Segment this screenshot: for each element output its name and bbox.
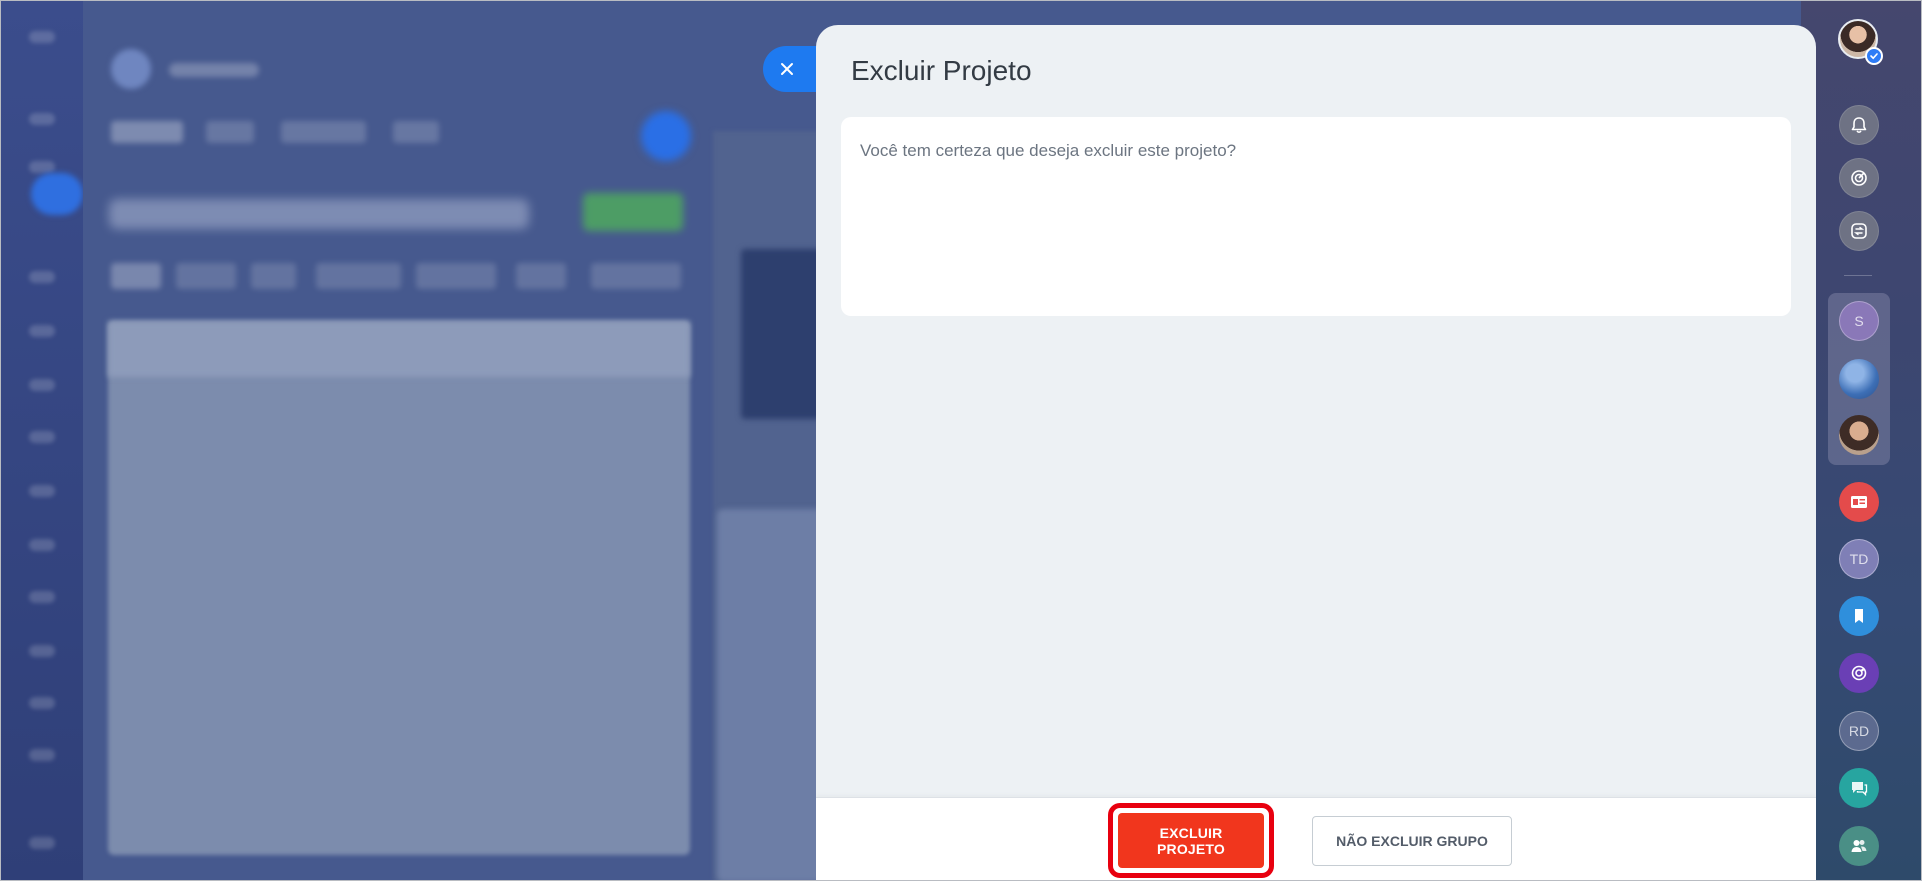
confirmation-message: Você tem certeza que deseja excluir este…: [860, 141, 1237, 160]
close-icon: [781, 63, 793, 75]
contact-rd-avatar[interactable]: RD: [1839, 711, 1879, 751]
blurred-side-card-lower: [717, 509, 823, 880]
right-bar-divider: [1844, 275, 1872, 276]
bell-icon[interactable]: [1839, 105, 1879, 145]
blurred-create-button: [583, 193, 683, 231]
target-icon[interactable]: [1839, 158, 1879, 198]
contact-td-avatar[interactable]: TD: [1839, 539, 1879, 579]
blurred-header-text: [169, 63, 259, 77]
contact-card-icon[interactable]: [1839, 482, 1879, 522]
cancel-delete-button[interactable]: NÃO EXCLUIR GRUPO: [1312, 816, 1512, 866]
delete-project-slider: Excluir Projeto Você tem certeza que des…: [816, 25, 1816, 880]
chat-icon[interactable]: [1839, 768, 1879, 808]
blurred-blue-button: [641, 111, 691, 161]
blurred-logo: [111, 49, 151, 89]
openline-icon[interactable]: [1839, 653, 1879, 693]
sync-icon[interactable]: [1839, 211, 1879, 251]
contact-rd-initials: RD: [1848, 723, 1870, 739]
blurred-table-header: [108, 321, 690, 377]
left-navigation-blurred: [1, 1, 83, 880]
bookmark-icon[interactable]: [1839, 596, 1879, 636]
confirmation-message-box: Você tem certeza que deseja excluir este…: [841, 117, 1791, 316]
blurred-table-panel: [108, 321, 690, 855]
contact-td-initials: TD: [1849, 551, 1869, 567]
contact-woman-avatar[interactable]: [1839, 415, 1879, 455]
group-icon[interactable]: [1839, 826, 1879, 866]
screen: Excluir Projeto Você tem certeza que des…: [0, 0, 1922, 881]
slider-title: Excluir Projeto: [851, 55, 1032, 86]
delete-project-button[interactable]: EXCLUIR PROJETO: [1118, 813, 1264, 868]
contact-s-initials: S: [1854, 313, 1864, 329]
contact-globe-avatar[interactable]: [1839, 359, 1879, 399]
contact-s-avatar[interactable]: S: [1839, 301, 1879, 341]
verified-check-icon: [1865, 47, 1883, 65]
blurred-page-title: [109, 199, 529, 229]
close-slider-button[interactable]: [763, 46, 817, 92]
blurred-side-card: [741, 249, 823, 419]
